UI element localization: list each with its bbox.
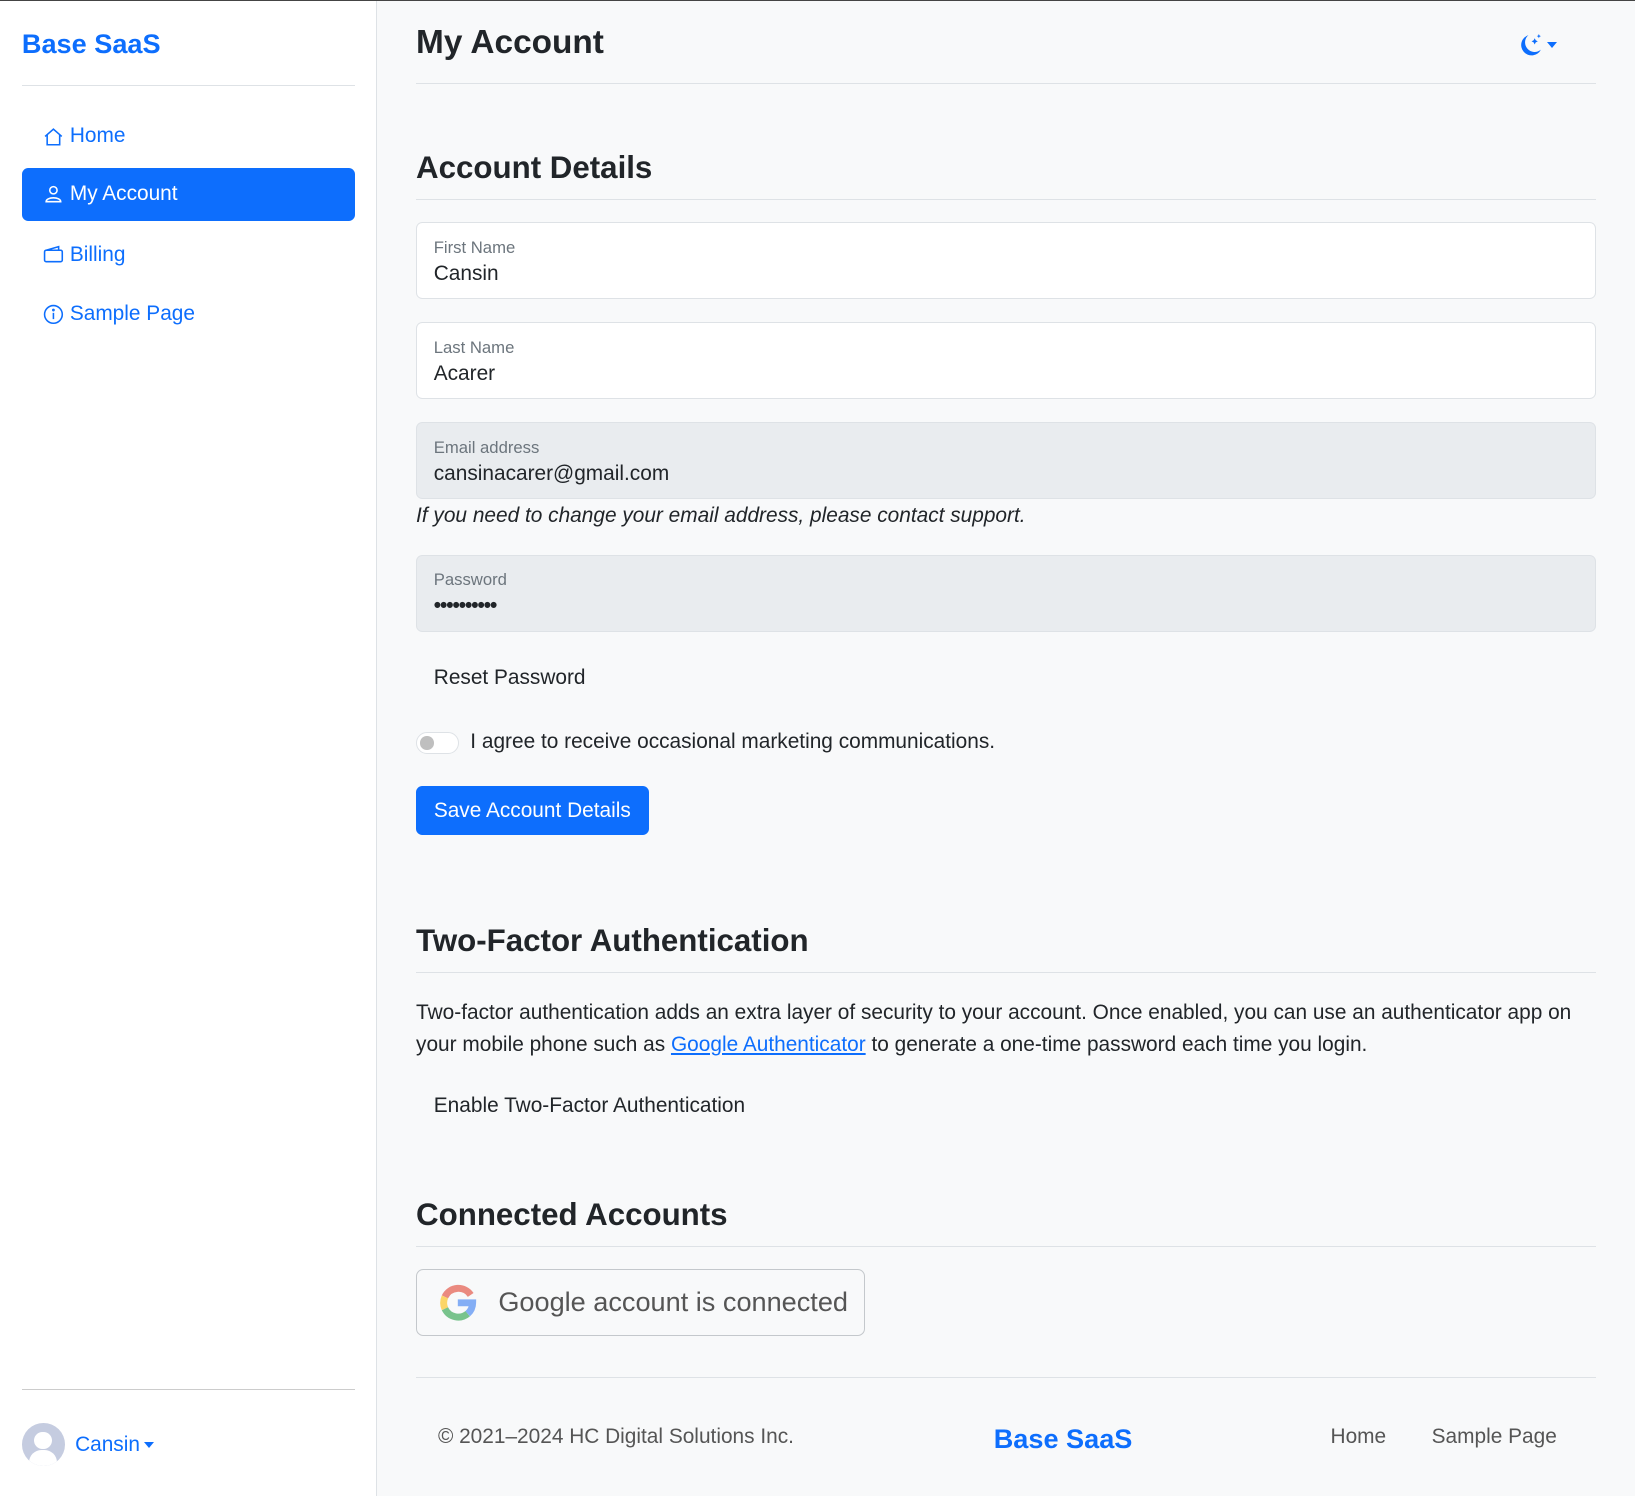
section-heading-connected-accounts: Connected Accounts bbox=[416, 1197, 728, 1232]
description-text: to generate a one-time password each tim… bbox=[865, 1033, 1368, 1057]
two-factor-description: Two-factor authentication adds an extra … bbox=[416, 997, 1605, 1062]
marketing-toggle[interactable] bbox=[416, 731, 459, 754]
enable-two-factor-button[interactable]: Enable Two-Factor Authentication bbox=[434, 1094, 745, 1118]
password-field: Password •••••••••• bbox=[416, 554, 1597, 632]
info-circle-icon bbox=[43, 304, 63, 324]
email-hint: If you need to change your email address… bbox=[416, 503, 1026, 527]
marketing-toggle-label[interactable]: I agree to receive occasional marketing … bbox=[470, 730, 995, 754]
sidebar-item-label: Sample Page bbox=[69, 302, 195, 326]
field-label: Email address bbox=[433, 437, 540, 457]
user-name: Cansin bbox=[75, 1432, 140, 1456]
first-name-field[interactable]: First Name Cansin bbox=[416, 222, 1597, 300]
footer-link-home[interactable]: Home bbox=[1331, 1425, 1387, 1449]
divider bbox=[21, 85, 355, 87]
sidebar-item-billing[interactable]: Billing bbox=[22, 228, 355, 281]
footer-link-sample-page[interactable]: Sample Page bbox=[1432, 1425, 1557, 1449]
field-label: Password bbox=[433, 570, 507, 590]
sidebar-item-sample-page[interactable]: Sample Page bbox=[22, 288, 355, 341]
section-heading-two-factor: Two-Factor Authentication bbox=[416, 922, 809, 958]
google-connected-button[interactable]: Google account is connected bbox=[416, 1268, 866, 1336]
theme-toggle[interactable] bbox=[1518, 30, 1558, 57]
field-value: Acarer bbox=[433, 361, 496, 385]
reset-password-button[interactable]: Reset Password bbox=[434, 666, 586, 690]
caret-down-icon bbox=[1547, 42, 1558, 48]
user-menu[interactable]: Cansin bbox=[21, 1423, 155, 1467]
field-label: First Name bbox=[433, 237, 516, 257]
google-connected-label: Google account is connected bbox=[498, 1286, 848, 1318]
google-icon bbox=[440, 1284, 477, 1321]
sidebar-item-home[interactable]: Home bbox=[22, 109, 355, 162]
save-account-details-button[interactable]: Save Account Details bbox=[416, 786, 649, 836]
sidebar: Base SaaS Home My Account Billing Sample… bbox=[0, 1, 378, 1496]
wallet-icon bbox=[43, 246, 63, 263]
email-field: Email address cansinacarer@gmail.com bbox=[416, 422, 1597, 500]
moon-stars-icon bbox=[1521, 33, 1542, 56]
divider bbox=[416, 83, 1597, 85]
person-icon bbox=[45, 185, 62, 203]
sidebar-brand[interactable]: Base SaaS bbox=[22, 28, 161, 60]
divider bbox=[416, 971, 1597, 973]
footer-brand[interactable]: Base SaaS bbox=[994, 1423, 1133, 1455]
google-authenticator-link[interactable]: Google Authenticator bbox=[671, 1033, 866, 1056]
divider bbox=[416, 1246, 1597, 1248]
caret-down-icon bbox=[144, 1442, 155, 1448]
sidebar-item-label: Billing bbox=[69, 242, 126, 266]
sidebar-item-label: My Account bbox=[69, 182, 178, 206]
section-heading-account-details: Account Details bbox=[416, 150, 653, 186]
page-title: My Account bbox=[416, 23, 604, 61]
sidebar-item-my-account[interactable]: My Account bbox=[21, 167, 355, 221]
footer-divider bbox=[416, 1377, 1597, 1379]
divider bbox=[416, 199, 1597, 201]
house-icon bbox=[44, 127, 63, 146]
field-value: Cansin bbox=[433, 261, 499, 285]
field-value: •••••••••• bbox=[433, 594, 498, 618]
avatar bbox=[21, 1423, 65, 1467]
footer-copyright: © 2021–2024 HC Digital Solutions Inc. bbox=[437, 1425, 794, 1449]
field-label: Last Name bbox=[433, 337, 515, 357]
last-name-field[interactable]: Last Name Acarer bbox=[416, 322, 1597, 400]
divider bbox=[21, 1388, 355, 1390]
sidebar-item-label: Home bbox=[69, 124, 126, 148]
field-value: cansinacarer@gmail.com bbox=[433, 462, 670, 485]
